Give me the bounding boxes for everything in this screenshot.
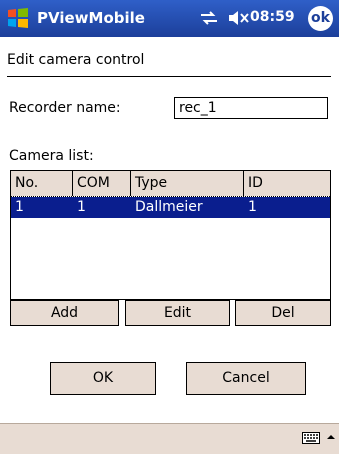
- column-header-id[interactable]: ID: [244, 171, 330, 196]
- table-row[interactable]: 1 1 Dallmeier 1: [11, 196, 330, 219]
- ok-dialog-button[interactable]: OK: [50, 362, 156, 395]
- cell-type: Dallmeier: [135, 199, 203, 215]
- camera-list[interactable]: No. COM Type ID 1 1 Dallmeier 1: [10, 170, 331, 300]
- app-title: PViewMobile: [37, 9, 145, 27]
- title-divider: [7, 76, 331, 77]
- recorder-name-label: Recorder name:: [9, 100, 121, 116]
- delete-button[interactable]: Del: [235, 300, 331, 326]
- ok-button[interactable]: ok: [308, 6, 333, 31]
- camera-list-header: No. COM Type ID: [11, 171, 330, 197]
- edit-button[interactable]: Edit: [125, 300, 230, 326]
- cancel-button[interactable]: Cancel: [186, 362, 306, 395]
- input-up-arrow-icon[interactable]: [326, 432, 336, 442]
- column-header-no[interactable]: No.: [11, 171, 73, 196]
- windows-start-icon[interactable]: [6, 6, 30, 30]
- keyboard-icon[interactable]: [302, 432, 320, 444]
- title-bar: PViewMobile 08:59 ok: [0, 0, 339, 37]
- column-header-com[interactable]: COM: [73, 171, 131, 196]
- camera-list-label: Camera list:: [9, 148, 94, 164]
- column-header-type[interactable]: Type: [131, 171, 244, 196]
- dialog-title: Edit camera control: [7, 52, 145, 68]
- cell-id: 1: [248, 199, 257, 215]
- volume-muted-icon[interactable]: [228, 10, 250, 26]
- connectivity-icon[interactable]: [200, 11, 218, 25]
- menu-bar: [0, 423, 339, 454]
- cell-no: 1: [15, 199, 24, 215]
- clock[interactable]: 08:59: [250, 9, 295, 25]
- cell-com: 1: [77, 199, 86, 215]
- recorder-name-input[interactable]: rec_1: [174, 97, 328, 119]
- add-button[interactable]: Add: [10, 300, 119, 326]
